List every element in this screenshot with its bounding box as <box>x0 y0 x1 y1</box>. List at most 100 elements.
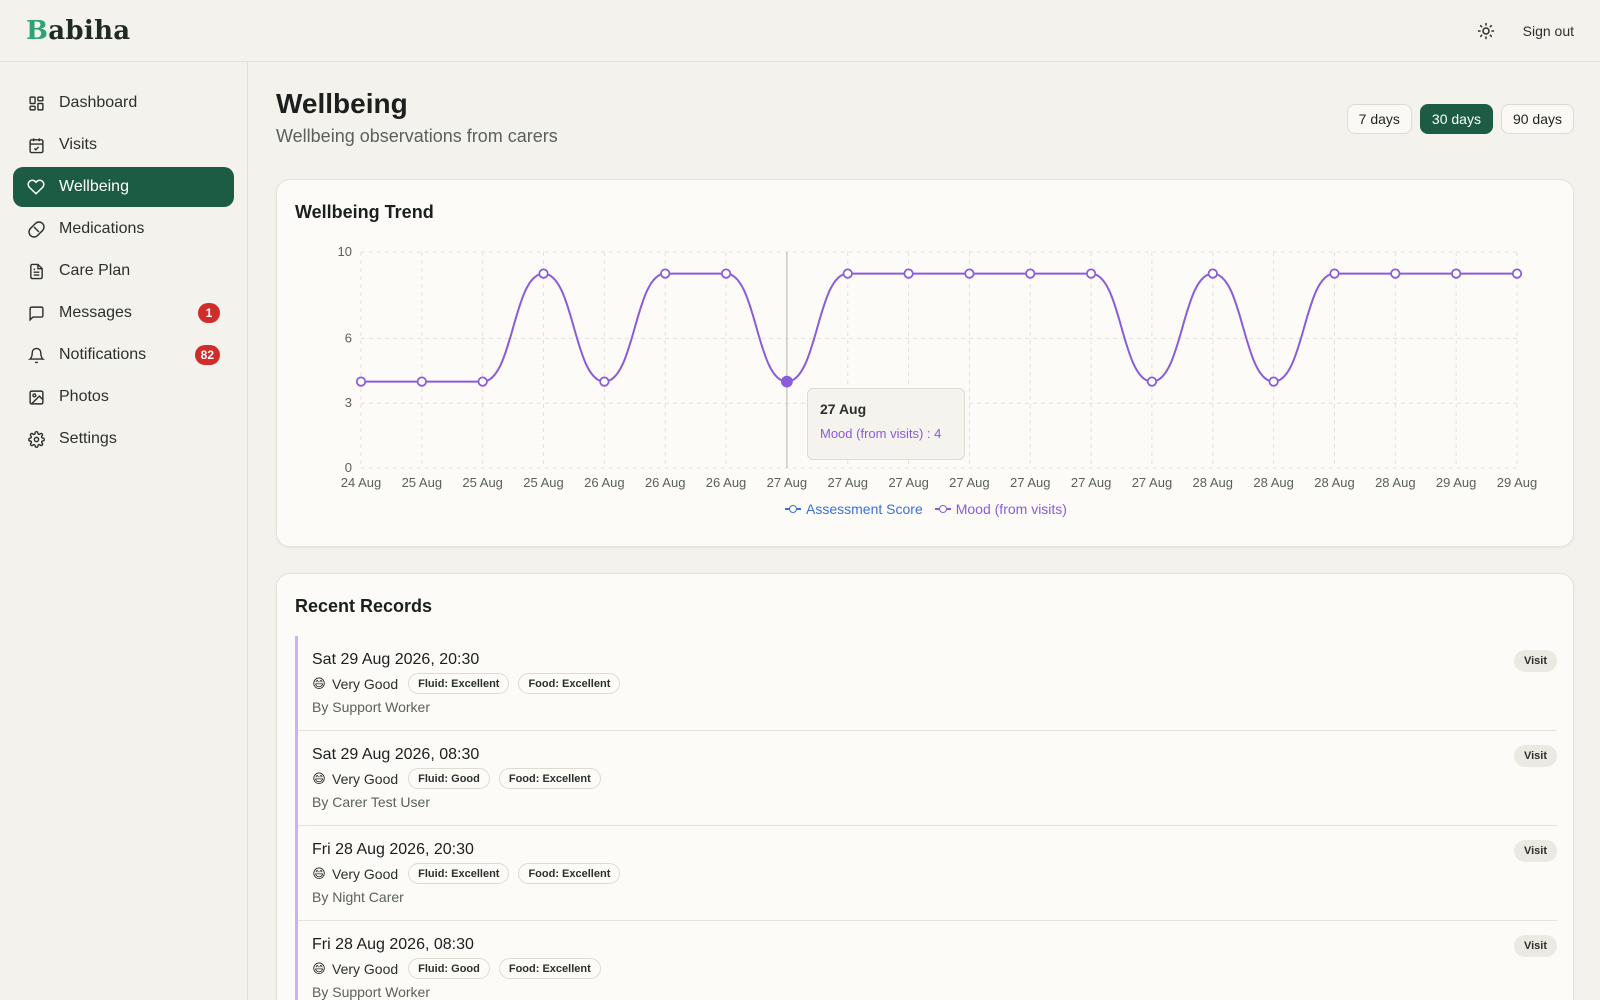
mood-point <box>1451 268 1462 279</box>
recent-records-card: Recent Records Sat 29 Aug 2026, 20:30 😄 … <box>276 573 1574 1000</box>
y-tick-label: 3 <box>345 395 352 410</box>
records-title: Recent Records <box>295 596 433 616</box>
mood-point <box>1146 376 1158 387</box>
x-tick-label: 27 Aug <box>1010 475 1051 490</box>
sidebar-item-care-plan[interactable]: Care Plan <box>13 251 234 291</box>
y-tick-label: 10 <box>338 244 352 259</box>
logo-text: abiha <box>48 15 131 46</box>
sidebar-item-notifications[interactable]: Notifications 82 <box>13 335 234 375</box>
legend-mood-swatch <box>934 504 951 514</box>
legend-assessment-score[interactable]: Assessment Score <box>785 501 923 517</box>
legend-assessment-swatch <box>785 504 802 514</box>
legend-label: Assessment Score <box>806 501 923 517</box>
fluid-tag: Fluid: Good <box>408 958 490 979</box>
sidebar-item-photos[interactable]: Photos <box>13 377 234 417</box>
sidebar-item-label: Medications <box>59 220 145 237</box>
list-item[interactable]: Fri 28 Aug 2026, 20:30 😄 Very Good Fluid… <box>298 826 1557 921</box>
sidebar-item-label: Notifications <box>59 346 147 363</box>
range-90-days-button[interactable]: 90 days <box>1500 104 1574 134</box>
x-tick-label: 25 Aug <box>523 475 564 490</box>
mood-point <box>1025 268 1036 279</box>
x-tick-label: 28 Aug <box>1253 475 1294 490</box>
food-tag: Food: Excellent <box>518 863 621 884</box>
sidebar-item-label: Visits <box>59 136 97 153</box>
record-date: Sat 29 Aug 2026, 20:30 <box>312 651 480 668</box>
image-icon <box>27 388 45 406</box>
sign-out-button[interactable]: Sign out <box>1523 23 1574 39</box>
fluid-tag: Fluid: Good <box>408 768 490 789</box>
record-details: 😄 Very Good Fluid: Excellent Food: Excel… <box>312 673 1557 694</box>
sidebar-item-visits[interactable]: Visits <box>13 125 234 165</box>
x-tick-label: 24 Aug <box>341 475 382 490</box>
record-date: Fri 28 Aug 2026, 08:30 <box>312 936 474 953</box>
tooltip-value: Mood (from visits) : 4 <box>820 426 942 441</box>
fluid-tag: Fluid: Excellent <box>408 673 510 694</box>
sidebar-item-dashboard[interactable]: Dashboard <box>13 83 234 123</box>
chart-tooltip: 27 Aug Mood (from visits) : 4 <box>807 388 965 460</box>
x-tick-label: 27 Aug <box>949 475 990 490</box>
notifications-count-badge: 82 <box>194 345 220 365</box>
chart-legend: Assessment Score Mood (from visits) <box>277 501 1575 517</box>
range-selector: 7 days 30 days 90 days <box>1346 104 1574 134</box>
mood-point <box>660 268 671 279</box>
app-logo[interactable]: Babiha <box>26 16 130 46</box>
list-item[interactable]: Sat 29 Aug 2026, 08:30 😄 Very Good Fluid… <box>298 731 1557 826</box>
pill-icon <box>27 220 45 238</box>
list-item[interactable]: Fri 28 Aug 2026, 08:30 😄 Very Good Fluid… <box>298 921 1557 1000</box>
mood-point <box>416 376 427 387</box>
x-tick-label: 27 Aug <box>1132 475 1173 490</box>
tooltip-title: 27 Aug <box>820 401 867 417</box>
range-30-days-button[interactable]: 30 days <box>1419 104 1493 134</box>
record-author: By Support Worker <box>312 984 431 1000</box>
main-content: Wellbeing Wellbeing observations from ca… <box>276 62 1574 1000</box>
sidebar-item-label: Settings <box>59 430 117 447</box>
list-item[interactable]: Sat 29 Aug 2026, 20:30 😄 Very Good Fluid… <box>298 636 1557 731</box>
x-tick-label: 28 Aug <box>1375 475 1416 490</box>
range-7-days-button[interactable]: 7 days <box>1346 104 1412 134</box>
record-author: By Night Carer <box>312 889 404 905</box>
sidebar: Dashboard Visits Wellbeing Medications C… <box>0 62 248 1000</box>
sidebar-item-label: Dashboard <box>59 94 138 111</box>
gear-icon <box>27 430 45 448</box>
mood-point <box>599 376 610 387</box>
mood-point <box>964 268 975 279</box>
record-type-badge: Visit <box>1513 935 1557 957</box>
mood-point <box>903 268 914 279</box>
food-tag: Food: Excellent <box>498 768 601 789</box>
wellbeing-trend-chart[interactable]: 0 3 6 10 24 Aug 25 Aug 25 Aug 25 Aug 26 Aug 26 Au… <box>277 180 1575 548</box>
bell-icon <box>27 346 45 364</box>
mood-point <box>1268 376 1279 387</box>
sun-icon[interactable] <box>1475 20 1497 42</box>
mood-point <box>1207 268 1218 279</box>
fluid-tag: Fluid: Excellent <box>408 863 510 884</box>
x-tick-label: 26 Aug <box>706 475 747 490</box>
y-tick-label: 0 <box>345 460 352 475</box>
mood-emoji-icon: 😄 <box>312 675 326 691</box>
record-mood: Very Good <box>332 770 399 787</box>
mood-point <box>842 268 853 279</box>
sidebar-item-medications[interactable]: Medications <box>13 209 234 249</box>
sidebar-item-label: Messages <box>59 304 132 321</box>
sidebar-item-label: Photos <box>59 388 109 405</box>
mood-point <box>1390 268 1401 279</box>
record-type-badge: Visit <box>1513 745 1557 767</box>
sidebar-item-messages[interactable]: Messages 1 <box>13 293 234 333</box>
mood-series-line <box>360 272 1517 383</box>
record-details: 😄 Very Good Fluid: Excellent Food: Excel… <box>312 863 1557 884</box>
mood-point <box>477 376 488 387</box>
heart-icon <box>27 178 45 196</box>
record-date: Fri 28 Aug 2026, 20:30 <box>312 841 474 858</box>
mood-emoji-icon: 😄 <box>312 865 326 881</box>
sidebar-item-settings[interactable]: Settings <box>13 419 234 459</box>
sidebar-item-wellbeing[interactable]: Wellbeing <box>13 167 234 207</box>
record-type-badge: Visit <box>1513 650 1557 672</box>
grid-icon <box>27 94 45 112</box>
mood-emoji-icon: 😄 <box>312 960 326 976</box>
x-tick-label: 27 Aug <box>827 475 868 490</box>
record-type-badge: Visit <box>1513 840 1557 862</box>
mood-point <box>1086 268 1097 279</box>
legend-mood[interactable]: Mood (from visits) <box>934 501 1067 517</box>
x-tick-label: 26 Aug <box>645 475 686 490</box>
mood-emoji-icon: 😄 <box>312 770 326 786</box>
mood-point <box>1511 268 1523 279</box>
